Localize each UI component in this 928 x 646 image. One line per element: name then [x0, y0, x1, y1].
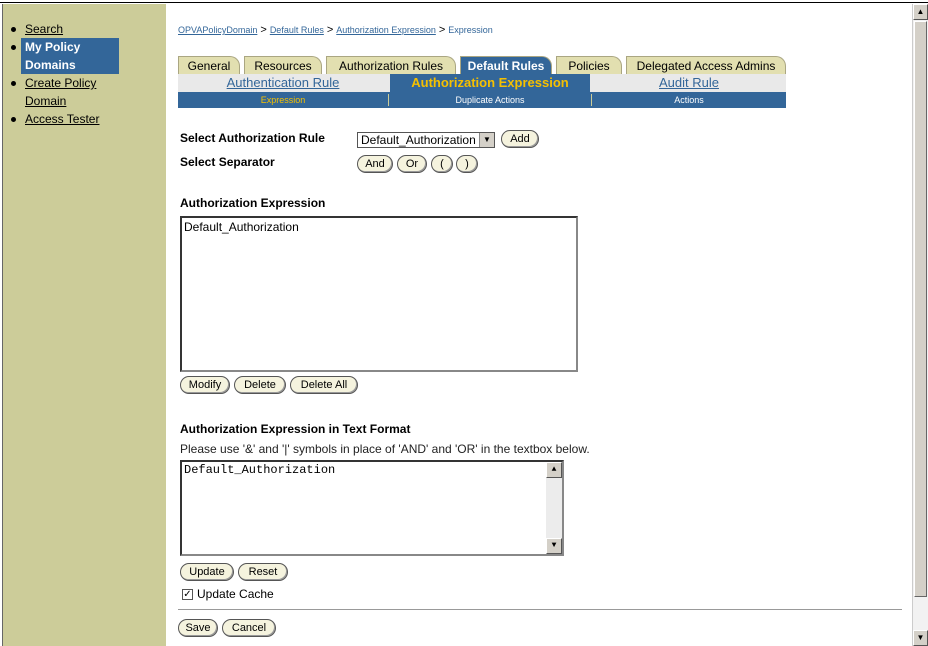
reset-button[interactable]: Reset [238, 563, 288, 581]
subbar-actions[interactable]: Actions [592, 92, 786, 108]
scrollbar-thumb[interactable] [914, 21, 927, 597]
subtabs: Authentication Rule Authorization Expres… [178, 74, 786, 92]
breadcrumb: OPVAPolicyDomain > Default Rules > Authoriza… [178, 24, 493, 36]
tab-resources[interactable]: Resources [244, 56, 322, 74]
delete-button[interactable]: Delete [234, 376, 286, 394]
breadcrumb-separator: > [260, 24, 267, 36]
breadcrumb-link-policy-domain[interactable]: OPVAPolicyDomain [178, 25, 257, 35]
breadcrumb-current: Expression [448, 25, 493, 35]
bullet-icon [11, 45, 16, 50]
breadcrumb-separator: > [326, 24, 334, 36]
sidebar-item-search[interactable]: Search [11, 20, 147, 38]
textarea-value: Default_Authorization [184, 463, 336, 477]
page-scrollbar[interactable]: ▲ ▼ [912, 4, 928, 646]
cancel-button[interactable]: Cancel [222, 619, 276, 637]
dropdown-arrow-icon[interactable]: ▼ [479, 133, 494, 147]
sidebar-item-label[interactable]: Create Policy Domain [25, 76, 96, 108]
or-button[interactable]: Or [397, 155, 427, 173]
open-paren-button[interactable]: ( [431, 155, 453, 173]
sidebar: Search My Policy Domains Create Policy D… [2, 4, 166, 646]
sidebar-item-label[interactable]: Access Tester [25, 112, 99, 126]
update-cache-label: Update Cache [197, 587, 274, 601]
textarea-scrollbar[interactable]: ▲ ▼ [546, 462, 562, 554]
tab-policies[interactable]: Policies [556, 56, 622, 74]
list-item[interactable]: Default_Authorization [182, 218, 576, 236]
and-button[interactable]: And [357, 155, 393, 173]
sidebar-item-label: My Policy Domains [25, 40, 81, 72]
subtab-authorization-expression[interactable]: Authorization Expression [390, 74, 590, 92]
window-top-edge [0, 0, 928, 3]
subtab-authentication-rule[interactable]: Authentication Rule [178, 74, 388, 92]
sidebar-nav: Search My Policy Domains Create Policy D… [11, 20, 147, 128]
main-content: OPVAPolicyDomain > Default Rules > Authoriza… [166, 4, 912, 646]
expression-listbox[interactable]: Default_Authorization [180, 216, 578, 372]
action-subbar: Expression Duplicate Actions Actions [178, 92, 786, 108]
tab-authorization-rules[interactable]: Authorization Rules [326, 56, 456, 74]
sidebar-item-label[interactable]: Search [25, 22, 63, 36]
delete-all-button[interactable]: Delete All [290, 376, 358, 394]
scroll-up-icon[interactable]: ▲ [546, 462, 562, 478]
sidebar-item-create-policy-domain[interactable]: Create Policy Domain [11, 74, 115, 110]
tab-delegated-access-admins[interactable]: Delegated Access Admins [626, 56, 786, 74]
expression-heading: Authorization Expression [180, 196, 326, 210]
bullet-icon [11, 27, 16, 32]
subbar-divider [388, 94, 389, 106]
tab-general[interactable]: General [178, 56, 240, 74]
select-rule-label: Select Authorization Rule [180, 131, 325, 145]
tab-default-rules[interactable]: Default Rules [460, 56, 552, 74]
text-format-note: Please use '&' and '|' symbols in place … [180, 442, 590, 456]
select-separator-label: Select Separator [180, 155, 275, 169]
scroll-down-icon[interactable]: ▼ [546, 538, 562, 554]
subbar-duplicate-actions[interactable]: Duplicate Actions [390, 92, 590, 108]
select-value: Default_Authorization [361, 133, 476, 147]
scroll-down-icon[interactable]: ▼ [913, 630, 928, 646]
sidebar-item-my-policy-domains[interactable]: My Policy Domains [11, 38, 119, 74]
breadcrumb-link-default-rules[interactable]: Default Rules [270, 25, 324, 35]
bullet-icon [11, 81, 16, 86]
save-button[interactable]: Save [178, 619, 218, 637]
breadcrumb-separator: > [438, 24, 446, 36]
subbar-expression[interactable]: Expression [178, 92, 388, 108]
authorization-rule-select[interactable]: Default_Authorization ▼ [357, 132, 495, 148]
divider [178, 609, 902, 613]
text-format-heading: Authorization Expression in Text Format [180, 422, 411, 436]
subtab-audit-rule[interactable]: Audit Rule [592, 74, 786, 92]
update-button[interactable]: Update [180, 563, 234, 581]
sidebar-item-access-tester[interactable]: Access Tester [11, 110, 147, 128]
expression-textarea[interactable]: Default_Authorization ▲ ▼ [180, 460, 564, 556]
scroll-up-icon[interactable]: ▲ [913, 4, 928, 20]
modify-button[interactable]: Modify [180, 376, 230, 394]
close-paren-button[interactable]: ) [456, 155, 478, 173]
bullet-icon [11, 117, 16, 122]
update-cache-checkbox[interactable]: ✓ [182, 589, 193, 600]
breadcrumb-link-authorization-expression[interactable]: Authorization Expression [336, 25, 436, 35]
add-button[interactable]: Add [501, 130, 539, 148]
